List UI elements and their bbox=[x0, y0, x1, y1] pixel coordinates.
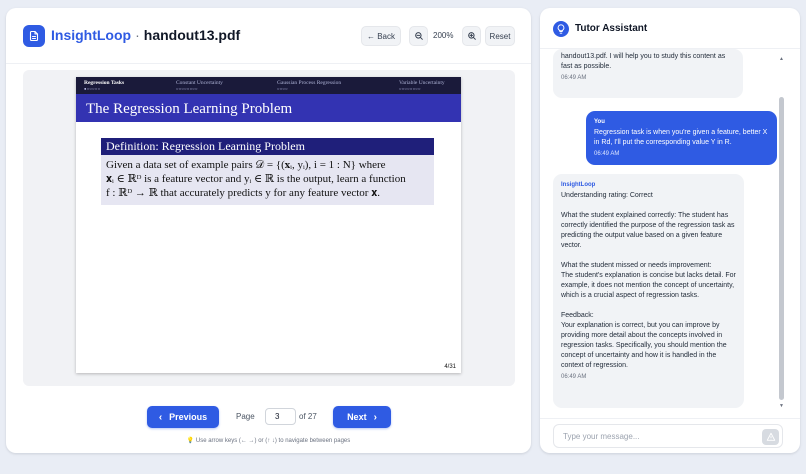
previous-button[interactable]: ‹ Previous bbox=[147, 406, 219, 428]
previous-label: Previous bbox=[169, 412, 208, 422]
zoom-in-icon bbox=[467, 32, 476, 40]
app-name: InsightLoop bbox=[51, 27, 132, 43]
document-title: InsightLoop · handout13.pdf bbox=[51, 27, 240, 43]
back-button[interactable]: ← Back bbox=[361, 26, 401, 46]
definition-line: 𝐱ᵢ ∈ ℝᴰ is a feature vector and yᵢ ∈ ℝ i… bbox=[106, 173, 406, 185]
reset-button[interactable]: Reset bbox=[485, 26, 515, 46]
message-input[interactable] bbox=[553, 424, 783, 448]
zoom-out-icon bbox=[414, 32, 423, 40]
message-text: Regression task is when you're given a f… bbox=[594, 129, 768, 146]
document-canvas[interactable]: Regression Tasks ●○○○○○ Constant Uncerta… bbox=[23, 70, 515, 386]
zoom-in-button[interactable] bbox=[462, 26, 481, 46]
message-list[interactable]: handout13.pdf. I will help you to study … bbox=[540, 49, 800, 411]
chat-title: Tutor Assistant bbox=[575, 23, 648, 34]
navigation-hint: 💡 Use arrow keys (← →) or (↑ ↓) to navig… bbox=[6, 437, 531, 444]
lightbulb-icon bbox=[553, 21, 569, 37]
next-label: Next bbox=[347, 412, 367, 422]
title-separator: · bbox=[135, 27, 140, 43]
message-sender: InsightLoop bbox=[561, 182, 596, 188]
slide-title-bar: The Regression Learning Problem bbox=[76, 94, 461, 122]
send-button[interactable] bbox=[762, 429, 779, 445]
chat-input-bar bbox=[540, 418, 800, 453]
definition-line: Given a data set of example pairs 𝒟 = {(… bbox=[106, 159, 386, 171]
definition-body: Given a data set of example pairs 𝒟 = {(… bbox=[106, 158, 431, 200]
navigation-hint-text: Use arrow keys (← →) or (↑ ↓) to navigat… bbox=[195, 438, 351, 444]
chevron-right-icon: › bbox=[373, 411, 377, 423]
file-name: handout13.pdf bbox=[143, 27, 241, 43]
assistant-message: InsightLoop Understanding rating: Correc… bbox=[553, 174, 744, 408]
slide-title: The Regression Learning Problem bbox=[86, 101, 293, 117]
scroll-down-arrow[interactable]: ▼ bbox=[779, 403, 784, 409]
definition-heading: Definition: Regression Learning Problem bbox=[101, 138, 434, 155]
next-button[interactable]: Next › bbox=[333, 406, 391, 428]
slide-section-dots: ●○○○○○ bbox=[84, 86, 101, 91]
total-pages: of 27 bbox=[299, 412, 317, 421]
lightbulb-icon: 💡 bbox=[186, 438, 195, 444]
assistant-message: handout13.pdf. I will help you to study … bbox=[553, 49, 743, 98]
zoom-level: 200% bbox=[433, 31, 454, 40]
message-time: 06:49 AM bbox=[594, 151, 620, 157]
chat-scrollbar-thumb[interactable] bbox=[779, 97, 784, 400]
message-text: handout13.pdf. I will help you to study … bbox=[561, 53, 726, 70]
slide-page-indicator: 4/31 bbox=[444, 364, 456, 370]
message-text: Understanding rating: Correct What the s… bbox=[561, 192, 736, 369]
tutor-chat-panel: Tutor Assistant handout13.pdf. I will he… bbox=[540, 8, 800, 453]
pdf-viewer-panel: InsightLoop · handout13.pdf ← Back 200% Re… bbox=[6, 8, 531, 453]
definition-line: f : ℝᴰ → ℝ that accurately predicts y fo… bbox=[106, 187, 380, 199]
slide-section-nav: Regression Tasks ●○○○○○ Constant Uncerta… bbox=[76, 77, 461, 94]
chevron-left-icon: ‹ bbox=[158, 411, 163, 423]
message-time: 06:49 AM bbox=[561, 75, 587, 81]
definition-heading-text: Definition: Regression Learning Problem bbox=[106, 139, 305, 153]
zoom-out-button[interactable] bbox=[409, 26, 428, 46]
slide-section-dots: ○○○○○○○○ bbox=[399, 86, 421, 91]
user-message: You Regression task is when you're given… bbox=[586, 111, 777, 165]
page-number-input[interactable] bbox=[265, 408, 296, 425]
message-time: 06:49 AM bbox=[561, 374, 587, 380]
slide-section-dots: ○○○○ bbox=[277, 86, 288, 91]
scroll-up-arrow[interactable]: ▲ bbox=[779, 56, 784, 62]
pdf-page: Regression Tasks ●○○○○○ Constant Uncerta… bbox=[76, 77, 461, 373]
send-icon bbox=[766, 432, 775, 441]
viewer-header: InsightLoop · handout13.pdf ← Back 200% Re… bbox=[6, 8, 531, 64]
slide-section-dots: ○○○○○○○○ bbox=[176, 86, 198, 91]
page-label: Page bbox=[236, 412, 255, 421]
message-sender: You bbox=[594, 119, 605, 125]
chat-header: Tutor Assistant bbox=[540, 8, 800, 49]
definition-block: Definition: Regression Learning Problem … bbox=[101, 138, 434, 205]
document-icon bbox=[23, 25, 45, 47]
